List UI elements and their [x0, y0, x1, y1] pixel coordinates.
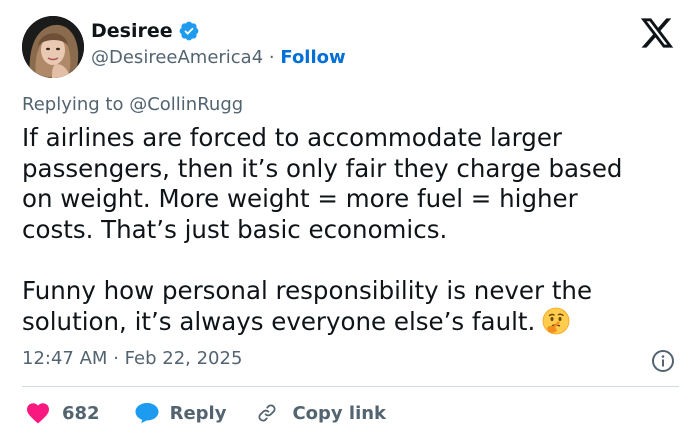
- tweet-line: costs. That’s just basic economics.: [22, 214, 448, 244]
- action-bar: 682 Reply Copy link: [22, 398, 386, 428]
- reply-prefix: Replying to: [22, 94, 124, 115]
- tweet-line-with-emoji: solution, it’s always everyone else’s fa…: [22, 306, 682, 338]
- tweet-timestamp[interactable]: 12:47 AM · Feb 22, 2025: [22, 348, 242, 369]
- handle-separator: ·: [268, 47, 275, 68]
- link-icon: [258, 404, 276, 422]
- info-icon[interactable]: [651, 349, 675, 373]
- tweet-line: Funny how personal responsibility is nev…: [22, 275, 593, 305]
- tweet-line: passengers, then it’s only fair they cha…: [22, 153, 623, 183]
- verified-badge-icon: [178, 20, 200, 42]
- divider: [22, 386, 679, 387]
- like-count: 682: [62, 402, 100, 424]
- author-name[interactable]: Desiree: [91, 20, 173, 42]
- reply-label: Reply: [169, 402, 227, 424]
- copy-link-label: Copy link: [292, 402, 387, 424]
- author-avatar[interactable]: [22, 16, 84, 78]
- thinking-face-icon: [541, 306, 571, 336]
- tweet-line: on weight. More weight = more fuel = hig…: [22, 184, 578, 213]
- tweet-time: 12:47 AM: [22, 348, 108, 369]
- chat-bubble-icon: [135, 403, 159, 424]
- timestamp-separator: ·: [113, 348, 119, 369]
- tweet-body: If airlines are forced to accommodate la…: [22, 123, 682, 338]
- reply-mention-link[interactable]: @CollinRugg: [129, 94, 243, 115]
- author-handle[interactable]: @DesireeAmerica4: [91, 47, 263, 68]
- copy-link-button[interactable]: Copy link: [256, 402, 386, 424]
- heart-icon: [27, 403, 49, 424]
- tweet-line: If airlines are forced to accommodate la…: [22, 123, 562, 152]
- tweet-date: Feb 22, 2025: [124, 348, 243, 369]
- author-handle-row: @DesireeAmerica4 · Follow: [91, 47, 346, 68]
- tweet-line: solution, it’s always everyone else’s fa…: [22, 307, 536, 336]
- reply-context: Replying to @CollinRugg: [22, 94, 243, 115]
- follow-button[interactable]: Follow: [280, 47, 345, 68]
- x-logo-icon[interactable]: [638, 15, 676, 51]
- like-button[interactable]: 682: [22, 402, 100, 424]
- reply-button[interactable]: Reply: [134, 402, 227, 424]
- author-name-row: Desiree: [91, 20, 200, 42]
